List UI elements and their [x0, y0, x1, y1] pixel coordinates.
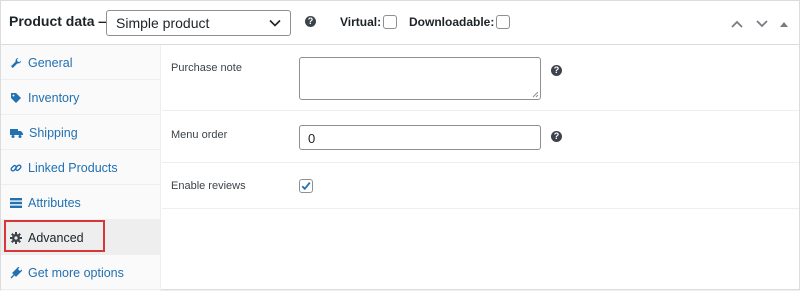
- collapse-toggle-icon[interactable]: [779, 19, 789, 29]
- plugin-icon: [10, 266, 23, 279]
- tab-inventory[interactable]: Inventory: [1, 80, 160, 115]
- product-data-tabs: General Inventory Shipping Linked Produc…: [1, 45, 161, 291]
- link-icon: [10, 164, 22, 172]
- downloadable-option[interactable]: Downloadable:: [409, 15, 511, 29]
- tab-label: Linked Products: [28, 161, 118, 175]
- enable-reviews-checkbox[interactable]: [299, 179, 313, 193]
- help-icon[interactable]: ?: [305, 16, 316, 27]
- panel-title: Product data —: [9, 13, 113, 29]
- wrench-icon: [11, 57, 22, 68]
- virtual-checkbox[interactable]: [383, 15, 398, 29]
- tab-general[interactable]: General: [1, 45, 160, 80]
- panel-controls: [724, 15, 789, 33]
- menu-order-input[interactable]: 0: [299, 125, 541, 150]
- truck-icon: [10, 129, 23, 138]
- tab-label: Shipping: [29, 126, 78, 140]
- enable-reviews-row: Enable reviews: [162, 163, 799, 209]
- enable-reviews-label: Enable reviews: [171, 180, 246, 192]
- help-icon[interactable]: ?: [551, 65, 562, 76]
- checkmark-icon: [301, 182, 311, 191]
- tab-shipping[interactable]: Shipping: [1, 115, 160, 150]
- list-icon: [10, 198, 22, 208]
- help-icon[interactable]: ?: [551, 131, 562, 142]
- menu-order-label: Menu order: [171, 129, 228, 141]
- purchase-note-textarea[interactable]: [299, 57, 541, 100]
- virtual-label: Virtual:: [340, 15, 382, 29]
- chevron-down-icon: [269, 19, 281, 27]
- product-data-header: Product data — Simple product ? Virtual:…: [1, 1, 799, 45]
- advanced-tab-highlight: [4, 220, 105, 252]
- downloadable-label: Downloadable:: [409, 15, 495, 29]
- chevron-down-icon[interactable]: [755, 19, 769, 29]
- chevron-up-icon[interactable]: [730, 19, 744, 29]
- tab-label: Inventory: [28, 91, 80, 105]
- resize-grip-icon[interactable]: [532, 91, 539, 98]
- tab-label: Attributes: [28, 196, 81, 210]
- purchase-note-label: Purchase note: [171, 62, 242, 74]
- downloadable-checkbox[interactable]: [496, 15, 511, 29]
- tab-label: General: [28, 56, 73, 70]
- product-data-panel: Product data — Simple product ? Virtual:…: [0, 0, 800, 291]
- virtual-option[interactable]: Virtual:: [340, 15, 398, 29]
- tab-attributes[interactable]: Attributes: [1, 185, 160, 220]
- product-type-select[interactable]: Simple product: [106, 10, 291, 36]
- tab-linked-products[interactable]: Linked Products: [1, 150, 160, 185]
- product-type-value: Simple product: [116, 15, 210, 31]
- purchase-note-row: Purchase note ?: [162, 45, 799, 111]
- tab-get-more-options[interactable]: Get more options: [1, 255, 160, 290]
- menu-order-row: Menu order 0 ?: [162, 111, 799, 163]
- tab-label: Get more options: [28, 266, 124, 280]
- tag-icon: [11, 93, 21, 103]
